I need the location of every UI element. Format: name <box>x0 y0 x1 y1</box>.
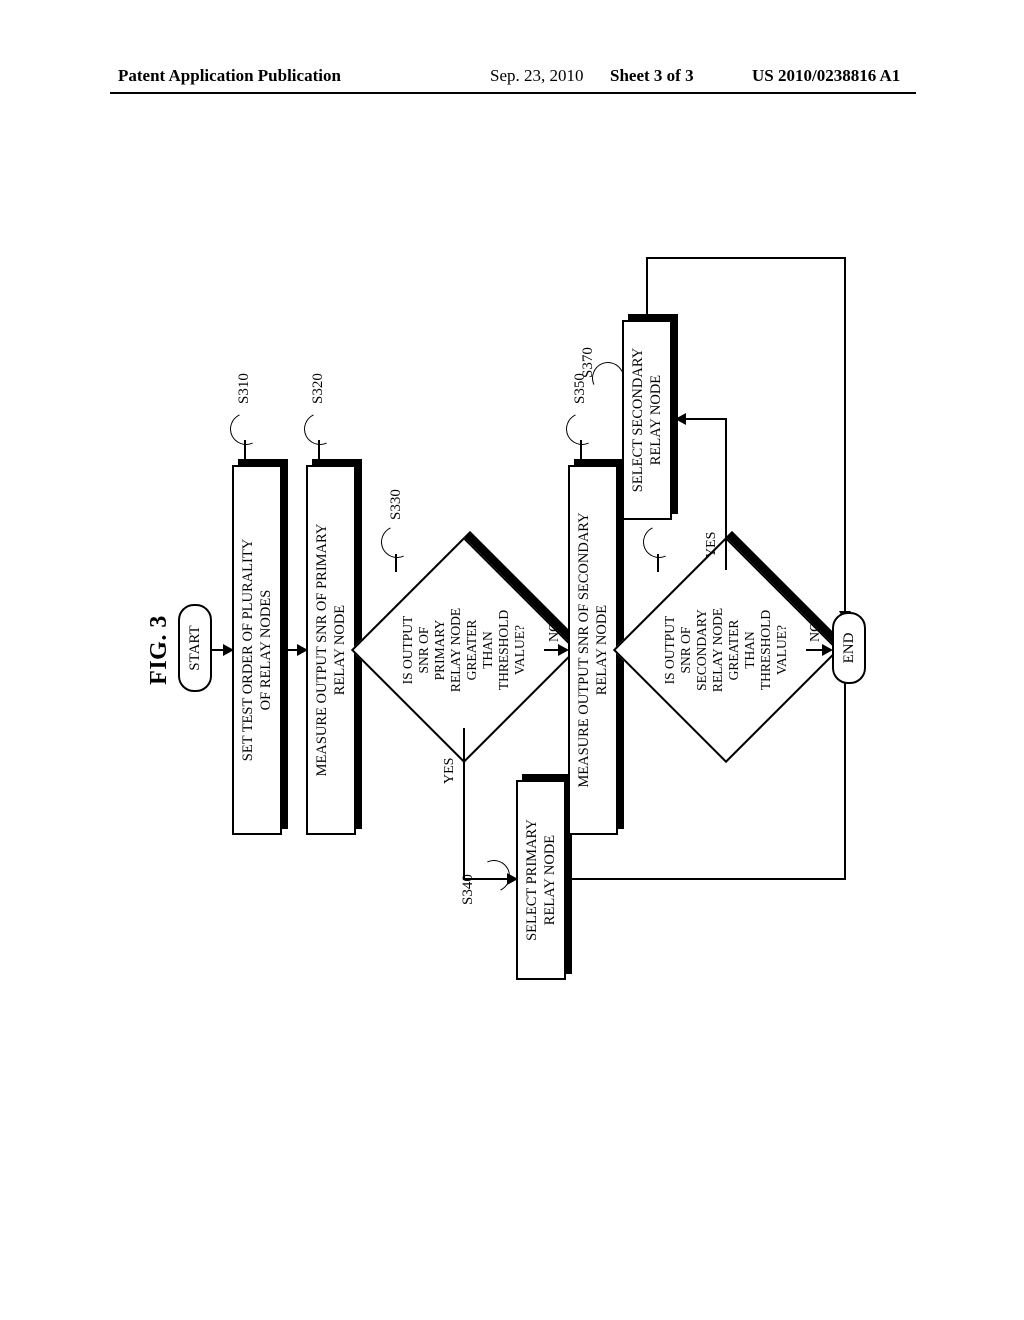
flow-line <box>569 878 844 880</box>
terminator-start: START <box>178 604 212 692</box>
process-s350: MEASURE OUTPUT SNR OF SECONDARY RELAY NO… <box>568 465 618 835</box>
process-s310: SET TEST ORDER OF PLURALITY OF RELAY NOD… <box>232 465 282 835</box>
label-no: NO <box>547 622 563 642</box>
process-s340: SELECT PRIMARY RELAY NODE <box>516 780 566 980</box>
page: Patent Application Publication Sep. 23, … <box>0 0 1024 1320</box>
flow-line <box>844 675 846 880</box>
leader-arc <box>225 408 266 449</box>
label-no: NO <box>808 622 824 642</box>
step-code-s310: S310 <box>236 373 253 404</box>
label-yes: YES <box>704 532 720 558</box>
step-code-s340: S340 <box>460 874 477 905</box>
decision-text: IS OUTPUT SNR OF SECONDARY RELAY NODE GR… <box>662 598 789 702</box>
label-yes: YES <box>442 758 458 784</box>
figure-label: FIG. 3 <box>146 140 173 1160</box>
process-text: SELECT PRIMARY RELAY NODE <box>523 819 559 941</box>
process-s320: MEASURE OUTPUT SNR OF PRIMARY RELAY NODE <box>306 465 356 835</box>
header-publication: Patent Application Publication <box>118 66 341 86</box>
flow-line <box>725 420 727 570</box>
leader-arc <box>299 408 340 449</box>
page-header: Patent Application Publication Sep. 23, … <box>0 66 1024 90</box>
flow-line <box>646 257 648 317</box>
flow-line <box>844 257 846 622</box>
flow-line <box>463 728 465 880</box>
process-text: MEASURE OUTPUT SNR OF PRIMARY RELAY NODE <box>313 524 349 777</box>
leader-line <box>657 554 659 572</box>
header-sheet: Sheet 3 of 3 <box>610 66 694 86</box>
step-code-s330: S330 <box>388 489 405 520</box>
leader-arc <box>376 521 417 562</box>
header-pubno: US 2010/0238816 A1 <box>752 66 900 86</box>
flow-line <box>646 257 846 259</box>
flowchart: FIG. 3 START SET TEST ORDER OF PLURALITY… <box>132 140 892 1160</box>
terminator-end: END <box>832 612 866 684</box>
process-text: MEASURE OUTPUT SNR OF SECONDARY RELAY NO… <box>575 512 611 787</box>
header-date: Sep. 23, 2010 <box>490 66 584 86</box>
leader-arc <box>473 855 514 896</box>
decision-s360: IS OUTPUT SNR OF SECONDARY RELAY NODE GR… <box>646 570 806 730</box>
terminator-end-text: END <box>841 633 857 664</box>
step-code-s320: S320 <box>310 373 327 404</box>
decision-s330: IS OUTPUT SNR OF PRIMARY RELAY NODE GREA… <box>384 570 544 730</box>
decision-text: IS OUTPUT SNR OF PRIMARY RELAY NODE GREA… <box>400 598 527 702</box>
terminator-start-text: START <box>187 625 203 670</box>
process-text: SET TEST ORDER OF PLURALITY OF RELAY NOD… <box>239 539 275 761</box>
header-rule <box>110 92 916 94</box>
process-text: SELECT SECONDARY RELAY NODE <box>629 348 665 492</box>
process-s370: SELECT SECONDARY RELAY NODE <box>622 320 672 520</box>
leader-arc <box>561 408 602 449</box>
flow-line <box>684 418 727 420</box>
